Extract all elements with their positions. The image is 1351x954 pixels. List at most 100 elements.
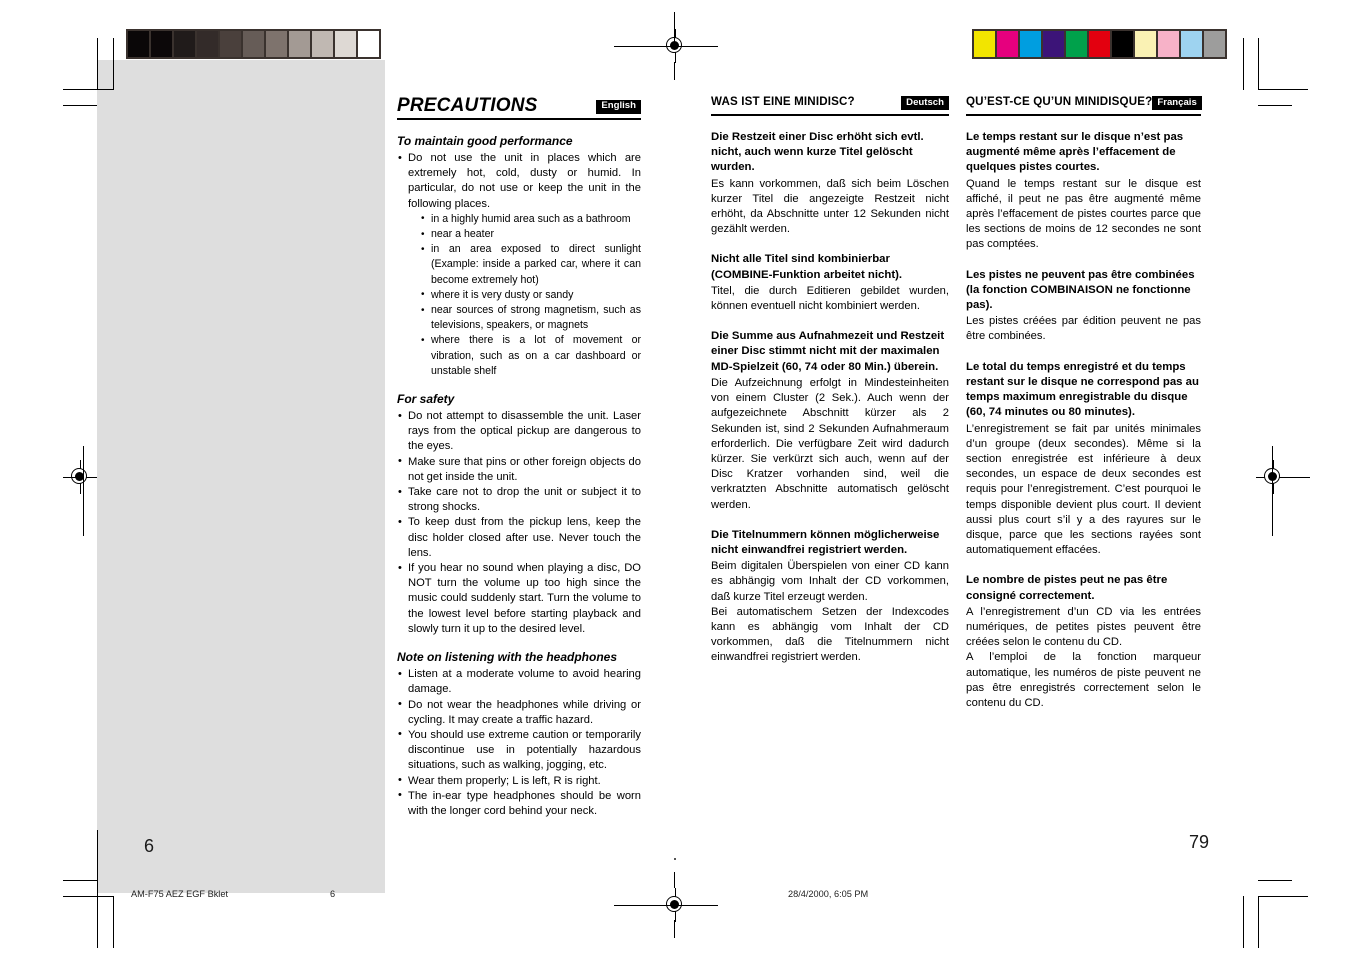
color-patch — [1089, 31, 1110, 57]
list-item: Take care not to drop the unit or subjec… — [397, 485, 641, 515]
block-heading: Les pistes ne peuvent pas être combinées… — [966, 268, 1195, 312]
document-page: PRECAUTIONS English To maintain good per… — [0, 0, 1351, 954]
subsection-heading: For safety — [397, 392, 455, 407]
folio-right: 79 — [1188, 832, 1209, 852]
content-block: Die Restzeit einer Disc erhöht sich evtl… — [711, 130, 949, 237]
block-heading: Die Titelnummern können möglicherweise n… — [711, 528, 940, 556]
color-patch — [289, 31, 310, 57]
english-body: To maintain good performance Do not use t… — [397, 134, 641, 819]
trim-rule — [674, 62, 675, 80]
color-patch — [197, 31, 218, 57]
list-item-text: Do not attempt to disassemble the unit. … — [408, 410, 641, 453]
section-title-francais: QU’EST-CE QU’UN MINIDISQUE? — [966, 95, 1153, 109]
subsection-heading: To maintain good performance — [397, 134, 573, 148]
list-item: Do not attempt to disassemble the unit. … — [397, 409, 641, 455]
color-patch — [997, 31, 1018, 57]
crop-mark — [1243, 38, 1244, 90]
subsection-heading: Note on listening with the headphones — [397, 650, 618, 665]
crop-mark — [63, 880, 97, 881]
page-title: PRECAUTIONS — [397, 95, 538, 116]
registration-mark-right — [1256, 460, 1290, 494]
sub-list-item: near sources of strong magnetism, such a… — [421, 303, 641, 333]
color-patch — [1066, 31, 1087, 57]
content-block: Le total du temps enregistré et du temps… — [966, 360, 1201, 559]
block-paragraph: Es kann vorkommen, daß sich beim Löschen… — [711, 177, 949, 236]
deutsch-header: WAS IST EINE MINIDISC? Deutsch — [711, 96, 949, 117]
block-heading: Le total du temps enregistré et du temps… — [966, 360, 1199, 419]
color-patch — [266, 31, 287, 57]
trim-rule — [63, 477, 83, 478]
trim-rule — [614, 46, 718, 47]
bullet-list: Listen at a moderate volume to avoid hea… — [397, 667, 641, 819]
color-patch — [358, 31, 379, 57]
crop-mark — [1258, 89, 1308, 90]
color-patch — [243, 31, 264, 57]
crop-mark — [63, 105, 97, 106]
list-item-text: The in-ear type headphones should be wor… — [408, 789, 641, 817]
block-paragraph: Beim digitalen Überspielen von einer CD … — [711, 560, 949, 603]
list-item: The in-ear type headphones should be wor… — [397, 788, 641, 819]
list-item: Listen at a moderate volume to avoid hea… — [397, 667, 641, 697]
trim-rule — [674, 872, 675, 888]
block-paragraph: A l’enregistrement d’un CD via les entré… — [966, 605, 1201, 649]
sub-list-item: in an area exposed to direct sunlight (E… — [421, 242, 641, 288]
process-colorbar — [972, 29, 1227, 59]
trim-rule — [1272, 446, 1273, 536]
block-heading: Nicht alle Titel sind kombinierbar (COMB… — [711, 253, 903, 281]
list-item: Do not use the unit in places which are … — [397, 150, 641, 379]
sub-list-item: where it is very dusty or sandy — [421, 287, 641, 303]
grayscale-colorbar — [126, 29, 381, 59]
content-block: Le temps restant sur le disque n’est pas… — [966, 130, 1201, 253]
content-block: Les pistes ne peuvent pas être combinées… — [966, 268, 1201, 345]
color-patch — [151, 31, 172, 57]
color-patch — [1020, 31, 1041, 57]
list-item-text: Do not use the unit in places which are … — [408, 152, 641, 210]
list-item-text: Take care not to drop the unit or subjec… — [408, 486, 641, 514]
column-deutsch: WAS IST EINE MINIDISC? Deutsch Die Restz… — [711, 96, 949, 666]
trim-rule — [674, 12, 675, 46]
deutsch-body: Die Restzeit einer Disc erhöht sich evtl… — [711, 130, 949, 666]
list-item: To keep dust from the pickup lens, keep … — [397, 515, 641, 561]
language-badge-deutsch: Deutsch — [901, 96, 949, 111]
block-paragraph: Bei automatischem Setzen der Indexcodes … — [711, 605, 949, 664]
content-block: Die Titelnummern können möglicherweise n… — [711, 528, 949, 666]
block-heading: Die Restzeit einer Disc erhöht sich evtl… — [711, 131, 924, 174]
color-patch — [312, 31, 333, 57]
color-patch — [1181, 31, 1202, 57]
page-shade-panel — [97, 60, 385, 893]
color-patch — [174, 31, 195, 57]
block-paragraph: Quand le temps restant sur le disque est… — [966, 177, 1201, 251]
crop-mark — [1258, 896, 1308, 897]
language-badge-english: English — [596, 99, 641, 114]
list-item-text: Wear them properly; L is left, R is righ… — [408, 774, 601, 787]
trim-rule — [1290, 477, 1310, 478]
slug-page-number: 6 — [330, 889, 336, 899]
crop-mark — [1258, 105, 1292, 106]
list-item-text: Make sure that pins or other foreign obj… — [408, 455, 641, 483]
content-block: Nicht alle Titel sind kombinierbar (COMB… — [711, 252, 949, 314]
crop-mark — [1243, 896, 1244, 948]
block-paragraph: Titel, die durch Editieren gebildet wurd… — [711, 284, 949, 313]
trim-rule — [97, 830, 98, 948]
language-badge-francais: Français — [1152, 96, 1202, 111]
block-paragraph: Die Aufzeichnung erfolgt in Mindesteinhe… — [711, 376, 949, 511]
bullet-list: Do not use the unit in places which are … — [397, 150, 641, 379]
color-patch — [220, 31, 241, 57]
block-heading: Le temps restant sur le disque n’est pas… — [966, 131, 1184, 174]
crop-mark — [97, 38, 98, 90]
francais-header: QU’EST-CE QU’UN MINIDISQUE? Français — [966, 95, 1202, 117]
block-heading: Le nombre de pistes peut ne pas être con… — [966, 574, 1168, 602]
sub-bullet-list: in a highly humid area such as a bathroo… — [408, 211, 641, 379]
list-item-text: If you hear no sound when playing a disc… — [408, 562, 641, 635]
list-item: Make sure that pins or other foreign obj… — [397, 454, 641, 485]
francais-body: Le temps restant sur le disque n’est pas… — [966, 130, 1201, 711]
slug-job-name: AM-F75 AEZ EGF Bklet — [131, 889, 229, 899]
color-patch — [974, 31, 995, 57]
list-item-text: You should use extreme caution or tempor… — [408, 728, 641, 772]
list-item: You should use extreme caution or tempor… — [397, 727, 641, 774]
bullet-list: Do not attempt to disassemble the unit. … — [397, 409, 641, 637]
trim-rule — [83, 446, 84, 536]
list-item: Do not wear the headphones while driving… — [397, 697, 641, 728]
content-block: Die Summe aus Aufnahmezeit und Restzeit … — [711, 329, 949, 512]
color-patch — [128, 31, 149, 57]
